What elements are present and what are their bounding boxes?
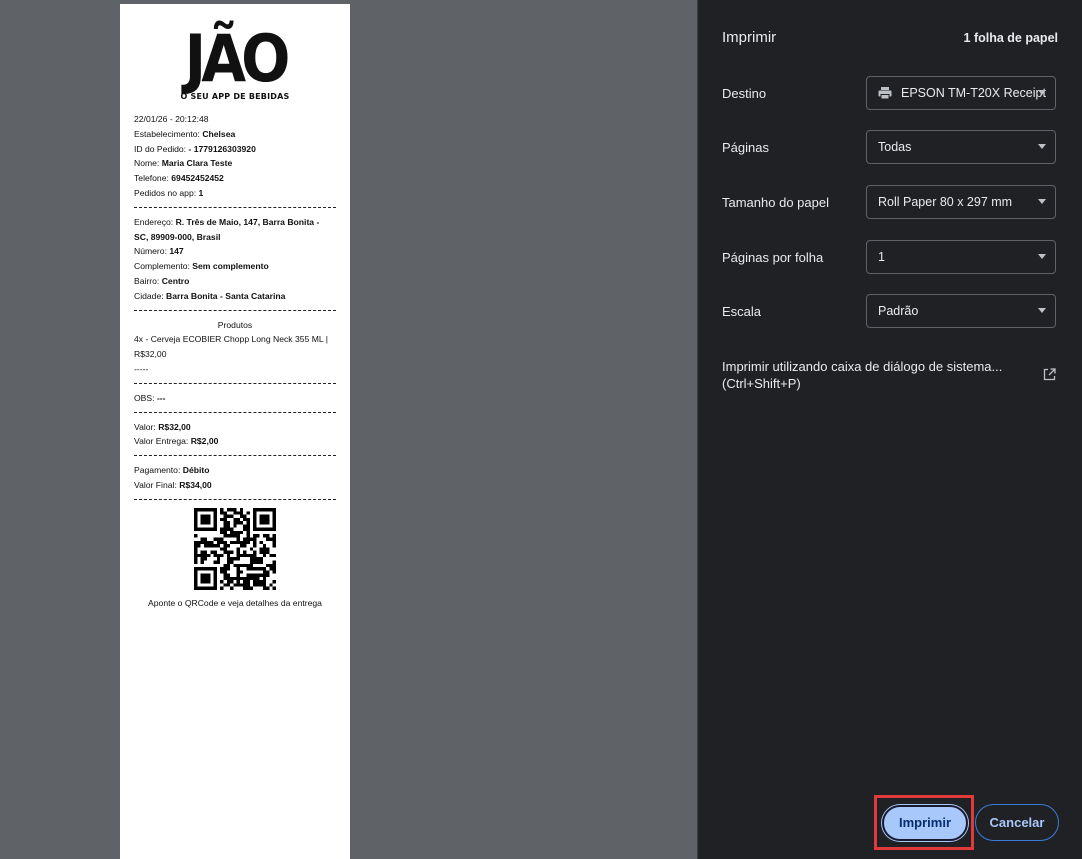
nome-value: Maria Clara Teste <box>161 158 233 169</box>
cancel-button[interactable]: Cancelar <box>975 804 1059 841</box>
entrega-value: R$2,00 <box>190 436 219 447</box>
divider <box>134 498 336 500</box>
escala-value: Padrão <box>878 304 919 318</box>
divider <box>134 455 336 457</box>
complemento-value: Sem complemento <box>192 261 269 272</box>
receipt-page: JÃO O SEU APP DE BEBIDAS 22/01/26 - 20:1… <box>120 4 350 859</box>
qr-code-icon <box>194 507 276 590</box>
divider <box>134 309 336 311</box>
por-folha-select[interactable]: 1 <box>866 240 1056 274</box>
destino-select[interactable]: EPSON TM-T20X Receipt <box>866 76 1056 110</box>
entrega-label: Valor Entrega: <box>134 436 191 447</box>
final-value: R$34,00 <box>179 479 212 490</box>
pedido-row: ID do Pedido: - 1779126303920 <box>134 142 336 157</box>
chevron-down-icon <box>1038 144 1046 149</box>
dialog-title: Imprimir <box>722 29 777 46</box>
pedido-label: ID do Pedido: <box>134 143 189 154</box>
print-preview-area: JÃO O SEU APP DE BEBIDAS 22/01/26 - 20:1… <box>0 0 697 859</box>
order-info: 22/01/26 - 20:12:48 Estabelecimento: Che… <box>134 112 336 201</box>
produto-line: 4x - Cerveja ECOBIER Chopp Long Neck 355… <box>134 334 328 360</box>
estabelecimento-label: Estabelecimento: <box>134 128 203 139</box>
paginas-value: Todas <box>878 140 912 154</box>
pedido-value: - 1779126303920 <box>188 143 256 154</box>
bairro-value: Centro <box>161 275 190 286</box>
nome-row: Nome: Maria Clara Teste <box>134 156 336 171</box>
valor-value: R$32,00 <box>158 421 191 432</box>
logo-word: JÃO <box>184 20 291 97</box>
divider <box>134 206 336 208</box>
valor-label: Valor: <box>134 421 159 432</box>
print-button[interactable]: Imprimir <box>882 805 968 841</box>
bairro-label: Bairro: <box>134 275 162 286</box>
divider <box>134 382 336 384</box>
chevron-down-icon <box>1038 199 1046 204</box>
endereco-label: Endereço: <box>134 216 176 227</box>
paginas-label: Páginas <box>722 140 769 155</box>
complemento-row: Complemento: Sem complemento <box>134 259 336 274</box>
destino-value: EPSON TM-T20X Receipt <box>901 86 1046 100</box>
bairro-row: Bairro: Centro <box>134 274 336 289</box>
valor-row: Valor: R$32,00 <box>134 420 336 435</box>
pedidos-app-value: 1 <box>198 187 204 198</box>
pagamento-label: Pagamento: <box>134 465 183 476</box>
cidade-value: Barra Bonita - Santa Catarina <box>166 290 286 301</box>
cidade-label: Cidade: <box>134 290 167 301</box>
obs-value: --- <box>156 392 166 403</box>
pagamento-row: Pagamento: Débito <box>134 463 336 478</box>
final-row: Valor Final: R$34,00 <box>134 478 336 493</box>
system-dialog-shortcut: (Ctrl+Shift+P) <box>722 376 801 391</box>
nome-label: Nome: <box>134 158 162 169</box>
endereco-row: Endereço: R. Três de Maio, 147, Barra Bo… <box>134 215 336 245</box>
system-dialog-text: Imprimir utilizando caixa de diálogo de … <box>722 359 1003 374</box>
print-settings-sidebar: Imprimir 1 folha de papel Destino EPSON … <box>697 0 1082 859</box>
qr-caption: Aponte o QRCode e veja detalhes da entre… <box>148 597 322 608</box>
estabelecimento-row: Estabelecimento: Chelsea <box>134 127 336 142</box>
telefone-row: Telefone: 69452452452 <box>134 171 336 186</box>
printer-icon <box>878 87 892 100</box>
chevron-down-icon <box>1038 90 1046 95</box>
por-folha-value: 1 <box>878 250 885 264</box>
pagamento-value: Débito <box>182 465 210 476</box>
numero-row: Número: 147 <box>134 244 336 259</box>
address-info: Endereço: R. Três de Maio, 147, Barra Bo… <box>134 215 336 304</box>
produtos-title: Produtos <box>217 319 253 330</box>
products-section: Produtos 4x - Cerveja ECOBIER Chopp Long… <box>134 318 336 377</box>
pedidos-app-row: Pedidos no app: 1 <box>134 186 336 201</box>
values-section: Valor: R$32,00 Valor Entrega: R$2,00 <box>134 420 336 450</box>
payment-section: Pagamento: Débito Valor Final: R$34,00 <box>134 463 336 493</box>
obs-label: OBS: <box>134 392 157 403</box>
tamanho-label: Tamanho do papel <box>722 195 829 210</box>
tamanho-select[interactable]: Roll Paper 80 x 297 mm <box>866 185 1056 219</box>
produto-separator: ----- <box>134 363 149 374</box>
divider <box>134 411 336 413</box>
chevron-down-icon <box>1038 308 1046 313</box>
escala-label: Escala <box>722 304 762 319</box>
por-folha-label: Páginas por folha <box>722 250 824 265</box>
cidade-row: Cidade: Barra Bonita - Santa Catarina <box>134 289 336 304</box>
estabelecimento-value: Chelsea <box>202 128 236 139</box>
system-dialog-link[interactable]: Imprimir utilizando caixa de diálogo de … <box>722 358 1022 392</box>
brand-logo: JÃO O SEU APP DE BEBIDAS <box>134 4 336 112</box>
sheet-count: 1 folha de papel <box>963 31 1058 45</box>
open-external-icon[interactable] <box>1043 368 1056 381</box>
final-label: Valor Final: <box>134 479 180 490</box>
destino-label: Destino <box>722 86 767 101</box>
chevron-down-icon <box>1038 254 1046 259</box>
telefone-label: Telefone: <box>134 173 172 184</box>
telefone-value: 69452452452 <box>171 173 224 184</box>
numero-value: 147 <box>169 246 184 257</box>
order-datetime: 22/01/26 - 20:12:48 <box>134 114 209 124</box>
paginas-select[interactable]: Todas <box>866 130 1056 164</box>
pedidos-app-label: Pedidos no app: <box>134 187 199 198</box>
escala-select[interactable]: Padrão <box>866 294 1056 328</box>
numero-label: Número: <box>134 246 170 257</box>
obs-row: OBS: --- <box>134 391 336 406</box>
tamanho-value: Roll Paper 80 x 297 mm <box>878 195 1013 209</box>
entrega-row: Valor Entrega: R$2,00 <box>134 434 336 449</box>
complemento-label: Complemento: <box>134 261 193 272</box>
